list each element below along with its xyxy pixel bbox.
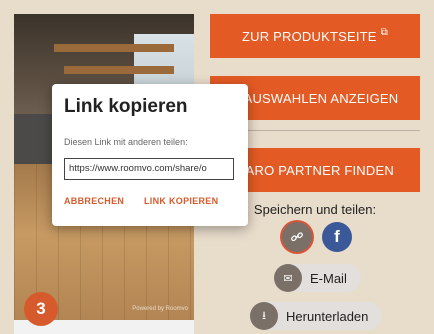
email-share-button[interactable]: ✉ E-Mail <box>274 264 361 292</box>
download-button[interactable]: ⭳ Herunterladen <box>250 302 383 330</box>
show-selection-label: E AUSWAHLEN ANZEIGEN <box>231 90 399 106</box>
download-label: Herunterladen <box>286 308 369 324</box>
copy-link-confirm-button[interactable]: LINK KOPIEREN <box>144 196 218 206</box>
link-icon <box>291 232 303 242</box>
share-url-field[interactable]: https://www.roomvo.com/share/o <box>64 158 234 180</box>
download-icon: ⭳ <box>250 302 278 330</box>
product-page-label: ZUR PRODUKTSEITE <box>242 28 377 44</box>
powered-by-credit: Powered by Roomvo <box>132 306 188 312</box>
email-label: E-Mail <box>310 270 347 286</box>
cancel-button[interactable]: ABBRECHEN <box>64 196 124 206</box>
product-page-button[interactable]: ZUR PRODUKTSEITE ⧉ <box>210 14 420 58</box>
copy-link-dialog: Link kopieren Diesen Link mit anderen te… <box>52 84 248 226</box>
step-badge: 3 <box>24 292 58 326</box>
facebook-share-button[interactable]: f <box>322 222 352 252</box>
shelf <box>64 66 174 74</box>
dialog-title: Link kopieren <box>64 96 188 117</box>
mail-icon: ✉ <box>274 264 302 292</box>
shelf <box>54 44 174 52</box>
dialog-subtitle: Diesen Link mit anderen teilen: <box>64 137 188 147</box>
external-link-icon: ⧉ <box>380 26 388 38</box>
find-partner-label: HARO PARTNER FINDEN <box>236 162 394 178</box>
facebook-icon: f <box>334 227 340 246</box>
copy-link-button[interactable] <box>282 222 312 252</box>
